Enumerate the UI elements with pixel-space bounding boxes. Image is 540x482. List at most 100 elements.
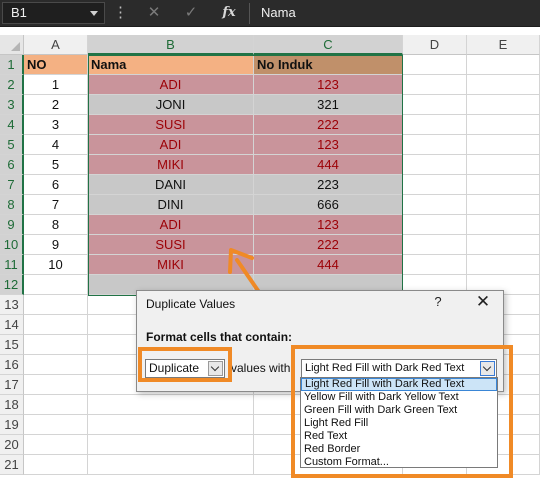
row-header-15[interactable]: 15 [0, 335, 24, 355]
cell-a17[interactable] [24, 375, 88, 395]
cell-b21[interactable] [88, 455, 254, 475]
cell-e3[interactable] [467, 95, 540, 115]
row-header-8[interactable]: 8 [0, 195, 24, 215]
close-icon[interactable]: ✕ [473, 292, 493, 312]
cell-a13[interactable] [24, 295, 88, 315]
chevron-down-icon[interactable] [90, 11, 98, 16]
cell-c1[interactable]: No Induk [254, 55, 403, 75]
cell-b10[interactable]: SUSI [88, 235, 254, 255]
cell-e11[interactable] [467, 255, 540, 275]
cell-e6[interactable] [467, 155, 540, 175]
cell-a11[interactable]: 10 [24, 255, 88, 275]
cell-c8[interactable]: 666 [254, 195, 403, 215]
row-header-7[interactable]: 7 [0, 175, 24, 195]
row-header-19[interactable]: 19 [0, 415, 24, 435]
row-header-1[interactable]: 1 [0, 55, 24, 75]
cell-e4[interactable] [467, 115, 540, 135]
cell-d5[interactable] [403, 135, 467, 155]
cell-e7[interactable] [467, 175, 540, 195]
cell-d4[interactable] [403, 115, 467, 135]
cell-c7[interactable]: 223 [254, 175, 403, 195]
column-header-e[interactable]: E [467, 35, 540, 55]
cell-b2[interactable]: ADI [88, 75, 254, 95]
insert-function-icon[interactable]: fx [219, 4, 239, 22]
cell-c2[interactable]: 123 [254, 75, 403, 95]
cell-e9[interactable] [467, 215, 540, 235]
cell-b9[interactable]: ADI [88, 215, 254, 235]
duplicate-type-select[interactable]: Duplicate [145, 359, 225, 378]
cell-d2[interactable] [403, 75, 467, 95]
cell-b6[interactable]: MIKI [88, 155, 254, 175]
cell-a10[interactable]: 9 [24, 235, 88, 255]
cell-a1[interactable]: NO [24, 55, 88, 75]
row-header-4[interactable]: 4 [0, 115, 24, 135]
cell-c10[interactable]: 222 [254, 235, 403, 255]
cell-c11[interactable]: 444 [254, 255, 403, 275]
cell-d7[interactable] [403, 175, 467, 195]
cell-a6[interactable]: 5 [24, 155, 88, 175]
more-options-icon[interactable]: ⋮ [113, 4, 128, 22]
row-header-21[interactable]: 21 [0, 455, 24, 475]
cell-b11[interactable]: MIKI [88, 255, 254, 275]
cell-c5[interactable]: 123 [254, 135, 403, 155]
name-box[interactable]: B1 [2, 2, 105, 24]
format-option[interactable]: Red Text [301, 430, 497, 443]
format-select[interactable]: Light Red Fill with Dark Red Text [301, 359, 497, 378]
cell-a18[interactable] [24, 395, 88, 415]
column-header-d[interactable]: D [403, 35, 467, 55]
cell-a14[interactable] [24, 315, 88, 335]
cell-c6[interactable]: 444 [254, 155, 403, 175]
enter-check-icon[interactable]: ✓ [182, 4, 200, 22]
row-header-2[interactable]: 2 [0, 75, 24, 95]
row-header-6[interactable]: 6 [0, 155, 24, 175]
column-header-b[interactable]: B [88, 35, 254, 55]
cancel-icon[interactable]: ✕ [145, 4, 163, 22]
cell-e10[interactable] [467, 235, 540, 255]
cell-a19[interactable] [24, 415, 88, 435]
cell-d11[interactable] [403, 255, 467, 275]
cell-b19[interactable] [88, 415, 254, 435]
row-header-11[interactable]: 11 [0, 255, 24, 275]
format-options-list[interactable]: Light Red Fill with Dark Red Text Yellow … [300, 377, 498, 468]
help-icon[interactable]: ? [430, 294, 446, 309]
cell-b20[interactable] [88, 435, 254, 455]
cell-a4[interactable]: 3 [24, 115, 88, 135]
cell-a2[interactable]: 1 [24, 75, 88, 95]
format-option[interactable]: Red Border [301, 443, 497, 456]
format-option[interactable]: Custom Format... [301, 456, 497, 469]
cell-d3[interactable] [403, 95, 467, 115]
format-option[interactable]: Light Red Fill [301, 417, 497, 430]
cell-d8[interactable] [403, 195, 467, 215]
row-header-17[interactable]: 17 [0, 375, 24, 395]
cell-e8[interactable] [467, 195, 540, 215]
row-header-16[interactable]: 16 [0, 355, 24, 375]
cell-d10[interactable] [403, 235, 467, 255]
row-header-14[interactable]: 14 [0, 315, 24, 335]
row-header-20[interactable]: 20 [0, 435, 24, 455]
cell-e5[interactable] [467, 135, 540, 155]
cell-c4[interactable]: 222 [254, 115, 403, 135]
cell-b18[interactable] [88, 395, 254, 415]
cell-a5[interactable]: 4 [24, 135, 88, 155]
row-header-9[interactable]: 9 [0, 215, 24, 235]
format-option[interactable]: Light Red Fill with Dark Red Text [301, 378, 497, 391]
cell-b8[interactable]: DINI [88, 195, 254, 215]
column-header-c[interactable]: C [254, 35, 403, 55]
cell-b5[interactable]: ADI [88, 135, 254, 155]
format-option[interactable]: Green Fill with Dark Green Text [301, 404, 497, 417]
column-header-a[interactable]: A [24, 35, 88, 55]
cell-d6[interactable] [403, 155, 467, 175]
cell-a16[interactable] [24, 355, 88, 375]
cell-e1[interactable] [467, 55, 540, 75]
cell-c9[interactable]: 123 [254, 215, 403, 235]
format-option[interactable]: Yellow Fill with Dark Yellow Text [301, 391, 497, 404]
row-header-10[interactable]: 10 [0, 235, 24, 255]
chevron-down-icon[interactable] [208, 361, 223, 376]
cell-d9[interactable] [403, 215, 467, 235]
formula-input[interactable]: Nama [261, 0, 296, 27]
cell-b3[interactable]: JONI [88, 95, 254, 115]
cell-a20[interactable] [24, 435, 88, 455]
cell-a7[interactable]: 6 [24, 175, 88, 195]
row-header-13[interactable]: 13 [0, 295, 24, 315]
cell-a12[interactable] [24, 275, 88, 295]
